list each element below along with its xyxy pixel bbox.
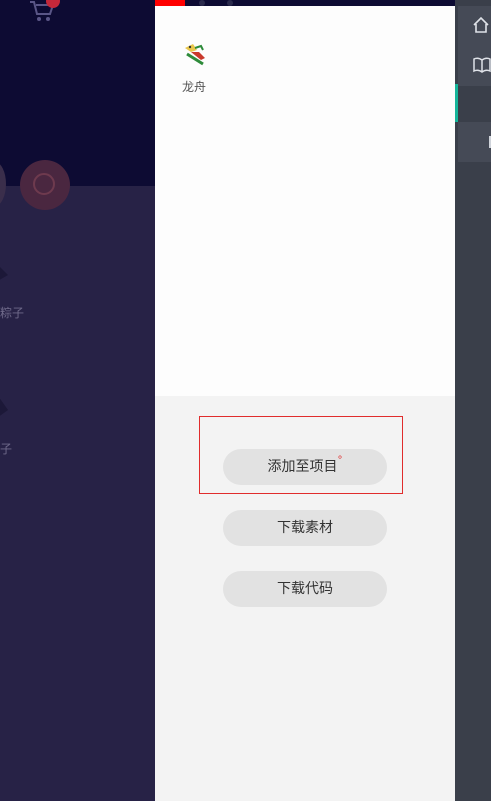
asset-panel: 龙舟 添加至项目° 下载素材 下载代码 bbox=[155, 0, 455, 801]
sidebar-tab[interactable] bbox=[458, 122, 491, 162]
sidebar-active-indicator bbox=[455, 84, 458, 122]
dumpling-icon bbox=[0, 267, 8, 280]
background-header bbox=[0, 0, 155, 186]
dragon-boat-icon bbox=[185, 44, 205, 66]
background-label: 子 bbox=[0, 442, 13, 456]
asset-list: 龙舟 bbox=[155, 6, 455, 396]
background-page: 粽子 子 bbox=[0, 0, 155, 801]
add-to-project-marker: ° bbox=[337, 455, 343, 466]
background-label: 粽子 bbox=[0, 306, 25, 320]
download-code-button[interactable]: 下载代码 bbox=[223, 571, 387, 607]
sidebar-tab-book[interactable] bbox=[458, 46, 491, 86]
asset-item-dragon-boat[interactable]: 龙舟 bbox=[179, 40, 209, 95]
right-sidebar bbox=[455, 0, 491, 801]
add-to-project-label: 添加至项目 bbox=[267, 459, 338, 475]
asset-item-label: 龙舟 bbox=[181, 80, 206, 94]
dumpling-icon bbox=[0, 398, 8, 416]
round-action-icon bbox=[33, 173, 55, 195]
home-icon bbox=[473, 16, 489, 33]
book-icon bbox=[473, 57, 491, 73]
sidebar-tab-home[interactable] bbox=[458, 6, 491, 46]
add-to-project-button[interactable]: 添加至项目° bbox=[223, 449, 387, 485]
download-asset-button[interactable]: 下载素材 bbox=[223, 510, 387, 546]
